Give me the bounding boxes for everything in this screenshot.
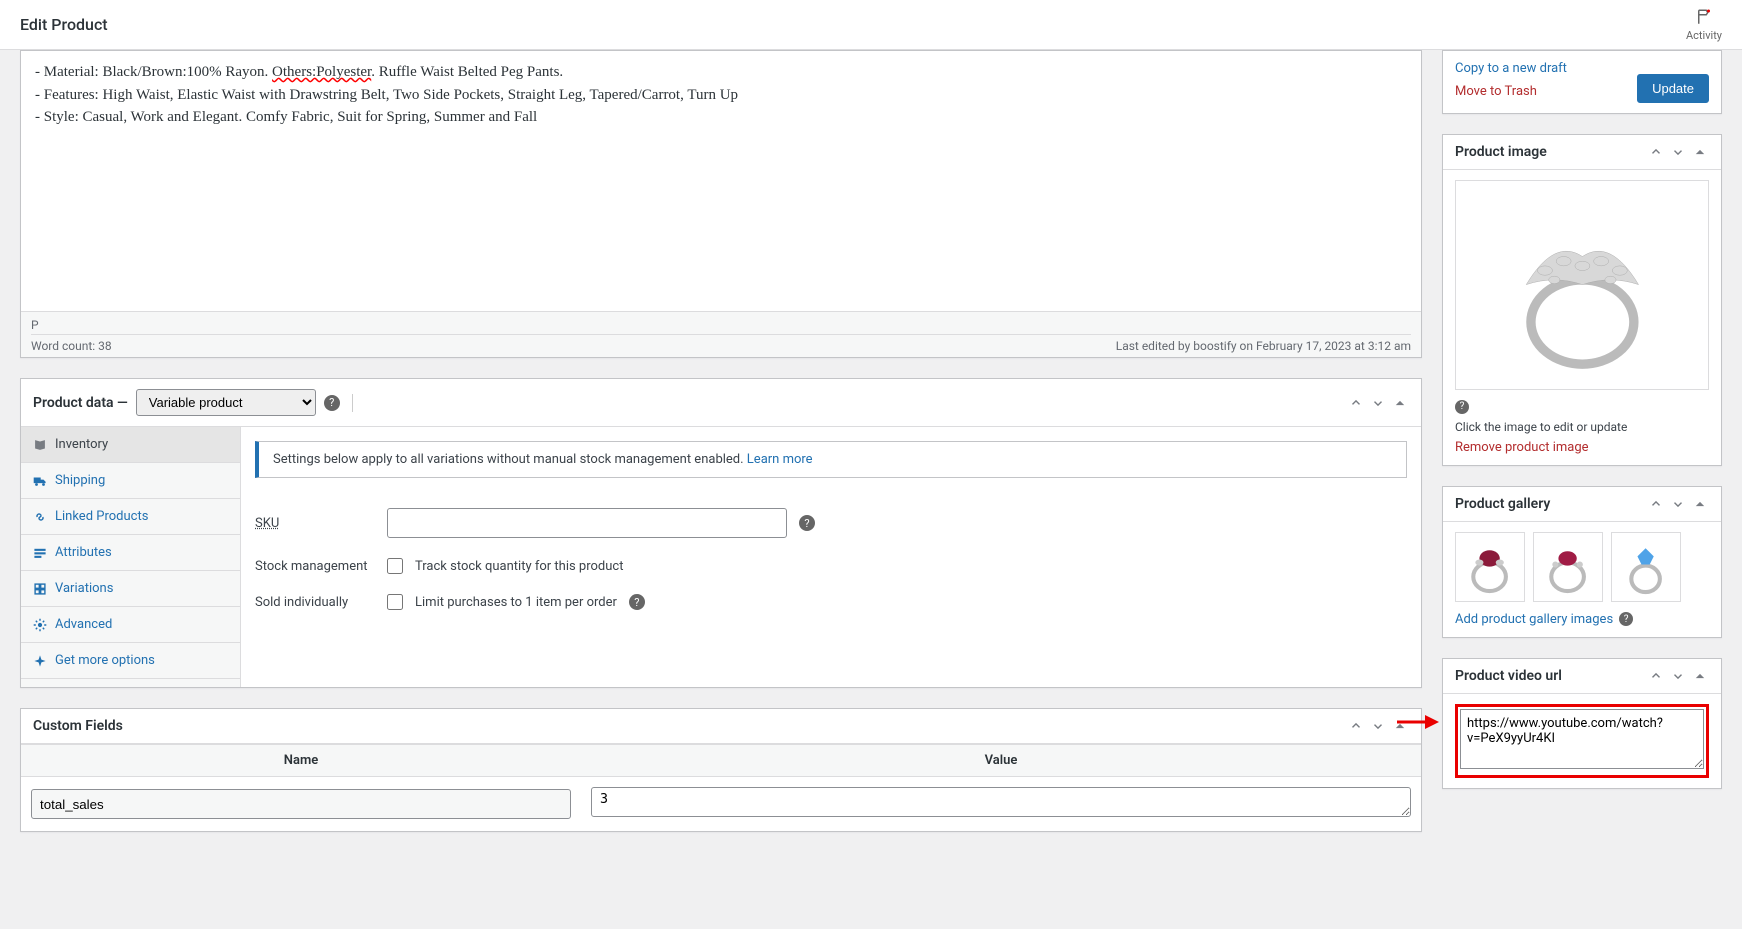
variations-notice: Settings below apply to all variations w… bbox=[255, 441, 1407, 478]
annotation-highlight-box bbox=[1455, 704, 1709, 778]
move-down-icon[interactable] bbox=[1369, 717, 1387, 735]
sold-individually-checkbox[interactable] bbox=[387, 594, 403, 610]
help-icon[interactable]: ? bbox=[324, 395, 340, 411]
toggle-icon[interactable] bbox=[1691, 143, 1709, 161]
sku-label: SKU bbox=[255, 516, 375, 531]
help-icon[interactable]: ? bbox=[629, 594, 645, 610]
video-url-input[interactable] bbox=[1460, 709, 1704, 769]
move-to-trash-link[interactable]: Move to Trash bbox=[1455, 80, 1567, 103]
product-data-tabs: Inventory Shipping Linked Products Attri… bbox=[21, 427, 241, 687]
stock-management-label: Stock management bbox=[255, 559, 375, 574]
add-gallery-images-link[interactable]: Add product gallery images bbox=[1455, 612, 1613, 627]
product-image[interactable] bbox=[1455, 180, 1709, 390]
image-caption: Click the image to edit or update bbox=[1455, 420, 1709, 434]
move-down-icon[interactable] bbox=[1669, 667, 1687, 685]
learn-more-link[interactable]: Learn more bbox=[747, 452, 813, 467]
gallery-thumb[interactable] bbox=[1455, 532, 1525, 602]
inventory-panel: Settings below apply to all variations w… bbox=[241, 427, 1421, 687]
cf-value-header: Value bbox=[581, 745, 1421, 777]
move-down-icon[interactable] bbox=[1669, 143, 1687, 161]
sold-individually-label: Sold individually bbox=[255, 595, 375, 610]
tab-linked-products[interactable]: Linked Products bbox=[21, 499, 240, 534]
table-row bbox=[21, 777, 1421, 832]
publish-panel: Copy to a new draft Move to Trash Update bbox=[1442, 50, 1722, 114]
move-up-icon[interactable] bbox=[1647, 495, 1665, 513]
update-button[interactable]: Update bbox=[1637, 74, 1709, 103]
attributes-icon bbox=[33, 546, 47, 560]
product-data-panel: Product data — Variable product ? Invent… bbox=[20, 378, 1422, 688]
move-up-icon[interactable] bbox=[1647, 143, 1665, 161]
sparkle-icon bbox=[33, 654, 47, 668]
editor-content[interactable]: - Material: Black/Brown:100% Rayon. Othe… bbox=[21, 51, 1421, 311]
move-up-icon[interactable] bbox=[1347, 717, 1365, 735]
word-count: Word count: 38 bbox=[31, 339, 112, 353]
editor-status-bar: P Word count: 38 Last edited by boostify… bbox=[21, 311, 1421, 357]
cf-name-input[interactable] bbox=[31, 789, 571, 819]
product-image-panel: Product image bbox=[1442, 134, 1722, 466]
gallery-thumb[interactable] bbox=[1611, 532, 1681, 602]
description-editor: - Material: Black/Brown:100% Rayon. Othe… bbox=[20, 50, 1422, 358]
tab-inventory[interactable]: Inventory bbox=[21, 427, 240, 462]
custom-fields-panel: Custom Fields Name Value bbox=[20, 708, 1422, 832]
product-gallery-panel: Product gallery bbox=[1442, 486, 1722, 638]
last-edited: Last edited by boostify on February 17, … bbox=[1116, 339, 1411, 353]
variations-icon bbox=[33, 582, 47, 596]
move-down-icon[interactable] bbox=[1369, 394, 1387, 412]
toggle-icon[interactable] bbox=[1691, 667, 1709, 685]
move-up-icon[interactable] bbox=[1647, 667, 1665, 685]
activity-button[interactable]: Activity bbox=[1686, 8, 1722, 42]
flag-icon bbox=[1695, 8, 1713, 29]
link-icon bbox=[33, 510, 47, 524]
sku-input[interactable] bbox=[387, 508, 787, 538]
copy-to-draft-link[interactable]: Copy to a new draft bbox=[1455, 57, 1567, 80]
cf-name-header: Name bbox=[21, 745, 581, 777]
tab-get-more-options[interactable]: Get more options bbox=[21, 643, 240, 678]
tab-shipping[interactable]: Shipping bbox=[21, 463, 240, 498]
help-icon[interactable]: ? bbox=[1619, 612, 1633, 626]
toggle-icon[interactable] bbox=[1391, 394, 1409, 412]
editor-path[interactable]: P bbox=[31, 316, 1411, 335]
help-icon[interactable]: ? bbox=[799, 515, 815, 531]
top-bar: Edit Product Activity bbox=[0, 0, 1742, 50]
move-down-icon[interactable] bbox=[1669, 495, 1687, 513]
track-stock-checkbox[interactable] bbox=[387, 558, 403, 574]
inventory-icon bbox=[33, 438, 47, 452]
cf-value-input[interactable] bbox=[591, 787, 1411, 817]
toggle-icon[interactable] bbox=[1691, 495, 1709, 513]
move-up-icon[interactable] bbox=[1347, 394, 1365, 412]
custom-fields-table: Name Value bbox=[21, 744, 1421, 831]
annotation-arrow-icon bbox=[1395, 713, 1439, 735]
product-video-panel: Product video url bbox=[1442, 658, 1722, 789]
tab-variations[interactable]: Variations bbox=[21, 571, 240, 606]
help-icon[interactable]: ? bbox=[1455, 400, 1469, 414]
truck-icon bbox=[33, 474, 47, 488]
tab-advanced[interactable]: Advanced bbox=[21, 607, 240, 642]
page-title: Edit Product bbox=[20, 15, 108, 34]
gear-icon bbox=[33, 618, 47, 632]
gallery-thumb[interactable] bbox=[1533, 532, 1603, 602]
product-type-select[interactable]: Variable product bbox=[136, 389, 316, 416]
tab-attributes[interactable]: Attributes bbox=[21, 535, 240, 570]
remove-image-link[interactable]: Remove product image bbox=[1455, 440, 1589, 455]
